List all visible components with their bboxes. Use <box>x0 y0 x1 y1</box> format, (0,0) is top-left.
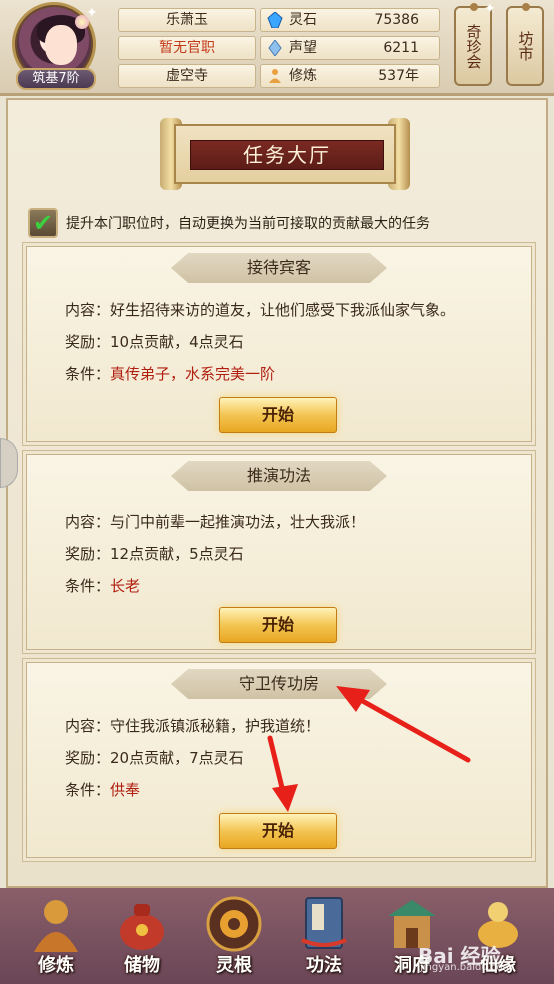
storage-bag-icon <box>120 904 164 950</box>
auto-switch-checkbox[interactable]: ✔ <box>28 208 58 238</box>
reward-label: 奖励： <box>65 749 111 767</box>
condition-label: 条件： <box>65 365 111 383</box>
task-condition: 条件：长老 <box>65 575 140 596</box>
content-text: 与门中前辈一起推演功法，壮大我派！ <box>110 513 366 531</box>
reward-text: 20点贡献，7点灵石 <box>110 749 244 767</box>
page-title: 任务大厅 <box>190 140 384 170</box>
task-card: 推演功法 内容：与门中前辈一起推演功法，壮大我派！ 奖励：12点贡献，5点灵石 … <box>26 454 532 650</box>
reward-text: 12点贡献，5点灵石 <box>110 545 244 563</box>
cultivation-monk-icon <box>34 900 78 952</box>
condition-label: 条件： <box>65 781 111 799</box>
condition-label: 条件： <box>65 577 111 595</box>
content-label: 内容： <box>65 301 111 319</box>
meditation-icon <box>269 69 281 83</box>
stat-label: 灵石 <box>289 12 317 28</box>
nav-label: 功法 <box>306 955 342 976</box>
official-rank: 暂无官职 <box>118 36 256 60</box>
task-reward: 奖励：10点贡献，4点灵石 <box>65 331 244 352</box>
player-name: 乐萧玉 <box>118 8 256 32</box>
treasure-auction-label: 奇珍会 <box>464 23 483 69</box>
task-card: 守卫传功房 内容：守住我派镇派秘籍，护我道统！ 奖励：20点贡献，7点灵石 条件… <box>26 662 532 858</box>
task-title: 守卫传功房 <box>171 669 387 699</box>
stat-label: 修炼 <box>289 68 317 84</box>
market-button[interactable]: 坊市 <box>506 3 544 86</box>
realm-badge: 筑基7阶 <box>16 68 96 90</box>
nav-label: 储物 <box>124 955 160 976</box>
condition-text: 真传弟子，水系完美一阶 <box>110 365 276 383</box>
spirit-root-icon <box>206 896 262 952</box>
task-hall-panel: 任务大厅 ✔ 提升本门职位时，自动更换为当前可接取的贡献最大的任务 接待宾客 内… <box>6 98 548 888</box>
market-label: 坊市 <box>516 31 535 61</box>
nav-spirit-root[interactable]: 灵根 <box>196 894 272 982</box>
task-content: 内容：守住我派镇派秘籍，护我道统！ <box>65 715 320 736</box>
butterfly-icon: ✦ <box>86 5 98 21</box>
task-card: 接待宾客 内容：好生招待来访的道友，让他们感受下我派仙家气象。 奖励：10点贡献… <box>26 246 532 442</box>
reward-label: 奖励： <box>65 333 111 351</box>
technique-book-icon <box>301 897 347 949</box>
top-status-bar: 筑基7阶 乐萧玉 暂无官职 虚空寺 灵石 75386 声望 6211 修炼 53… <box>0 0 554 96</box>
stat-spirit-stone: 灵石 75386 <box>260 8 440 32</box>
task-reward: 奖励：20点贡献，7点灵石 <box>65 747 244 768</box>
condition-text: 供奉 <box>110 781 141 799</box>
treasure-auction-button[interactable]: 奇珍会 <box>454 3 492 86</box>
task-reward: 奖励：12点贡献，5点灵石 <box>65 543 244 564</box>
avatar-face <box>45 25 77 65</box>
title-scroll-body: 任务大厅 <box>174 124 396 184</box>
stat-reputation: 声望 6211 <box>260 36 440 60</box>
stat-value: 6211 <box>383 40 419 56</box>
content-label: 内容： <box>65 513 111 531</box>
auto-switch-text: 提升本门职位时，自动更换为当前可接取的贡献最大的任务 <box>66 216 430 232</box>
butterfly-icon: ✦ <box>484 1 496 17</box>
condition-text: 长老 <box>110 577 141 595</box>
stat-cultivation: 修炼 537年 <box>260 64 440 88</box>
reward-label: 奖励： <box>65 545 111 563</box>
auto-switch-option: ✔ 提升本门职位时，自动更换为当前可接取的贡献最大的任务 <box>28 208 538 238</box>
stat-label: 声望 <box>289 40 317 56</box>
stat-value: 75386 <box>374 12 419 28</box>
task-title: 接待宾客 <box>171 253 387 283</box>
sect-name: 虚空寺 <box>118 64 256 88</box>
task-title: 推演功法 <box>171 461 387 491</box>
task-content: 内容：好生招待来访的道友，让他们感受下我派仙家气象。 <box>65 299 455 320</box>
nav-label: 修炼 <box>38 955 74 976</box>
watermark-url: jingyan.baidu.com <box>420 962 513 973</box>
stat-value: 537年 <box>378 68 419 84</box>
start-task-button[interactable]: 开始 <box>219 607 337 643</box>
nav-technique[interactable]: 功法 <box>286 894 362 982</box>
content-label: 内容： <box>65 717 111 735</box>
nav-label: 灵根 <box>216 955 252 976</box>
task-condition: 条件：真传弟子，水系完美一阶 <box>65 363 275 384</box>
title-banner: 任务大厅 <box>160 118 410 190</box>
start-task-button[interactable]: 开始 <box>219 813 337 849</box>
content-text: 守住我派镇派秘籍，护我道统！ <box>110 717 321 735</box>
reputation-crystal-icon <box>268 40 282 56</box>
nav-cultivation[interactable]: 修炼 <box>18 894 94 982</box>
nav-storage[interactable]: 储物 <box>104 894 180 982</box>
spirit-stone-icon <box>267 12 283 28</box>
task-content: 内容：与门中前辈一起推演功法，壮大我派！ <box>65 511 365 532</box>
content-text: 好生招待来访的道友，让他们感受下我派仙家气象。 <box>110 301 456 319</box>
reward-text: 10点贡献，4点灵石 <box>110 333 244 351</box>
task-condition: 条件：供奉 <box>65 779 140 800</box>
start-task-button[interactable]: 开始 <box>219 397 337 433</box>
